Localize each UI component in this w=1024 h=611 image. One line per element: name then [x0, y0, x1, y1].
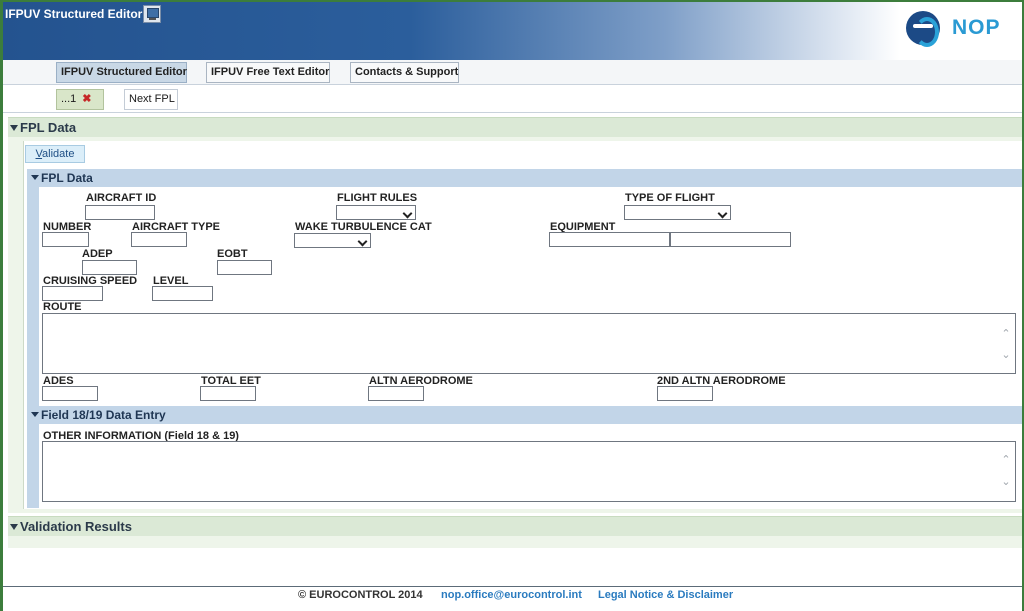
monitor-icon[interactable]: [143, 5, 161, 23]
field18-section-title: Field 18/19 Data Entry: [41, 408, 166, 422]
email-link[interactable]: nop.office@eurocontrol.int: [441, 589, 582, 601]
close-icon[interactable]: ✖: [82, 90, 91, 109]
collapse-triangle-icon: [10, 524, 18, 530]
ades-field[interactable]: [42, 386, 98, 401]
eobt-field[interactable]: [217, 260, 272, 275]
fpl-section-header[interactable]: FPL Data: [27, 169, 1022, 187]
eurocontrol-logo-icon: [906, 11, 940, 47]
main-tabbar: IFPUV Structured Editor IFPUV Free Text …: [3, 60, 1022, 85]
equipment-field-2[interactable]: [670, 232, 791, 247]
logo-text: NOP: [952, 16, 1001, 39]
other-info-textarea[interactable]: ⌃ ⌄: [42, 441, 1016, 502]
scroll-down-icon[interactable]: ⌄: [1001, 477, 1011, 488]
route-textarea[interactable]: ⌃ ⌄: [42, 313, 1016, 374]
validation-panel-title: Validation Results: [20, 519, 132, 534]
eobt-label: EOBT: [217, 248, 248, 260]
altn2-aerodrome-field[interactable]: [657, 386, 713, 401]
tab-free-text-editor[interactable]: IFPUV Free Text Editor: [206, 62, 330, 83]
field18-section-header[interactable]: Field 18/19 Data Entry: [27, 406, 1022, 424]
scroll-up-icon[interactable]: ⌃: [1001, 455, 1011, 466]
subtab-label: ...1: [61, 93, 77, 105]
app-title: IFPUV Structured Editor: [5, 7, 143, 21]
scroll-up-icon[interactable]: ⌃: [1001, 329, 1011, 340]
aircraft-id-label: AIRCRAFT ID: [86, 192, 157, 204]
aircraft-type-field[interactable]: [131, 232, 187, 247]
subtab-next-fpl[interactable]: Next FPL: [124, 89, 178, 110]
subtab-fpl-1[interactable]: ...1 ✖: [56, 89, 104, 110]
tab-contacts-support[interactable]: Contacts & Support: [350, 62, 459, 83]
copyright-text: © EUROCONTROL 2014: [298, 589, 423, 601]
wake-turbulence-label: WAKE TURBULENCE CAT: [295, 221, 432, 233]
route-label: ROUTE: [43, 301, 82, 313]
equipment-field-1[interactable]: [549, 232, 670, 247]
footer-divider: [3, 586, 1022, 587]
nop-logo: NOP: [906, 11, 1016, 47]
fpl-panel-title: FPL Data: [20, 120, 77, 135]
total-eet-field[interactable]: [200, 386, 256, 401]
flight-rules-select[interactable]: [336, 205, 416, 220]
collapse-triangle-icon: [31, 175, 39, 180]
aircraft-id-field[interactable]: [85, 205, 155, 220]
cruising-speed-field[interactable]: [42, 286, 103, 301]
flight-rules-label: FLIGHT RULES: [337, 192, 418, 204]
adep-label: ADEP: [82, 248, 113, 260]
legal-notice-link[interactable]: Legal Notice & Disclaimer: [598, 589, 733, 601]
level-field[interactable]: [152, 286, 213, 301]
validate-button[interactable]: Validate: [25, 145, 85, 163]
fpl-panel-header[interactable]: FPL Data: [8, 117, 1022, 137]
collapse-triangle-icon: [31, 412, 39, 417]
number-field[interactable]: [42, 232, 89, 247]
footer: © EUROCONTROL 2014 nop.office@eurocontro…: [0, 589, 1024, 603]
type-of-flight-select[interactable]: [624, 205, 731, 220]
validation-panel-body: [8, 536, 1022, 548]
wake-turbulence-select[interactable]: [294, 233, 371, 248]
section-rail: [27, 169, 39, 508]
tab-structured-editor[interactable]: IFPUV Structured Editor: [56, 62, 187, 83]
validation-panel-header[interactable]: Validation Results: [8, 516, 1022, 536]
adep-field[interactable]: [82, 260, 137, 275]
collapse-triangle-icon: [10, 125, 18, 131]
app-header: IFPUV Structured Editor NOP: [3, 2, 1022, 60]
fpl-subtabbar: ...1 ✖ Next FPL: [3, 86, 1022, 113]
scroll-down-icon[interactable]: ⌄: [1001, 350, 1011, 361]
type-of-flight-label: TYPE OF FLIGHT: [625, 192, 715, 204]
fpl-section-title: FPL Data: [41, 171, 93, 185]
altn-aerodrome-field[interactable]: [368, 386, 424, 401]
validate-label: alidate: [42, 148, 75, 160]
